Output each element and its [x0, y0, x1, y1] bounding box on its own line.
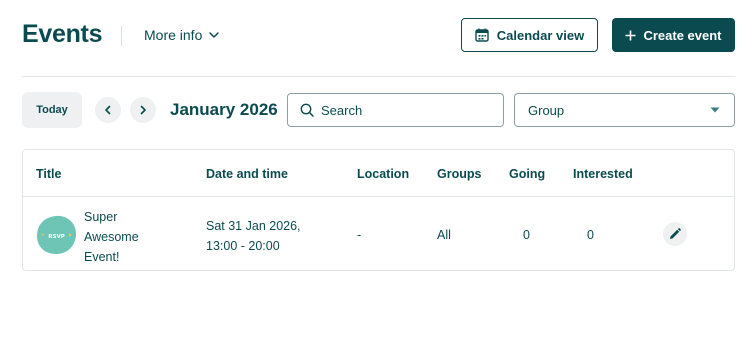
event-title-line: Event! — [84, 250, 120, 264]
event-date-line: Sat 31 Jan 2026, — [206, 219, 301, 233]
column-header-interested[interactable]: Interested — [573, 167, 633, 181]
event-time-line: 13:00 - 20:00 — [206, 239, 280, 253]
calendar-view-button[interactable]: Calendar view — [461, 18, 598, 52]
today-button[interactable]: Today — [22, 92, 82, 128]
column-header-location[interactable]: Location — [357, 167, 409, 181]
event-interested-count: 0 — [587, 228, 594, 242]
header-divider — [121, 26, 122, 46]
previous-month-button[interactable] — [95, 97, 121, 123]
calendar-view-label: Calendar view — [496, 27, 585, 43]
event-thumbnail-text: RSVP — [48, 234, 64, 240]
table-header: Title Date and time Location Groups Goin… — [23, 150, 734, 197]
more-info-dropdown[interactable]: More info — [144, 27, 220, 43]
event-location: - — [357, 228, 362, 242]
event-going-count: 0 — [523, 228, 530, 242]
events-table: Title Date and time Location Groups Goin… — [22, 149, 735, 271]
header-divider-line — [22, 76, 735, 77]
create-event-label: Create event — [643, 27, 722, 43]
column-header-going[interactable]: Going — [509, 167, 545, 181]
chevron-right-icon — [140, 105, 146, 115]
event-title[interactable]: Super Awesome Event! — [84, 207, 164, 267]
chevron-left-icon — [105, 105, 111, 115]
page-header: Events More info Calendar view Create ev… — [22, 18, 735, 54]
search-icon — [300, 103, 314, 117]
column-header-title[interactable]: Title — [36, 167, 61, 181]
group-select[interactable]: Group — [514, 93, 735, 127]
event-title-line: Awesome — [84, 230, 139, 244]
current-month-label: January 2026 — [170, 100, 278, 119]
create-event-button[interactable]: Create event — [612, 18, 735, 52]
table-row[interactable]: RSVP Super Awesome Event! Sat 31 Jan 202… — [23, 198, 734, 271]
edit-event-button[interactable] — [663, 222, 687, 246]
calendar-icon — [475, 28, 489, 42]
event-groups: All — [437, 228, 451, 242]
next-month-button[interactable] — [130, 97, 156, 123]
column-header-date-time[interactable]: Date and time — [206, 167, 288, 181]
event-thumbnail: RSVP — [37, 215, 76, 254]
search-input[interactable]: Search — [287, 93, 504, 127]
pencil-icon — [670, 228, 681, 239]
more-info-label: More info — [144, 27, 203, 43]
group-select-value: Group — [528, 102, 565, 118]
events-toolbar: Today January 2026 Search Group — [22, 92, 735, 128]
event-date-time: Sat 31 Jan 2026, 13:00 - 20:00 — [206, 216, 301, 256]
search-placeholder: Search — [321, 102, 363, 118]
chevron-down-icon — [209, 32, 220, 38]
column-header-groups[interactable]: Groups — [437, 167, 481, 181]
caret-down-icon — [710, 107, 720, 113]
page-title: Events — [22, 20, 103, 48]
event-title-line: Super — [84, 210, 118, 224]
plus-icon — [625, 30, 636, 40]
